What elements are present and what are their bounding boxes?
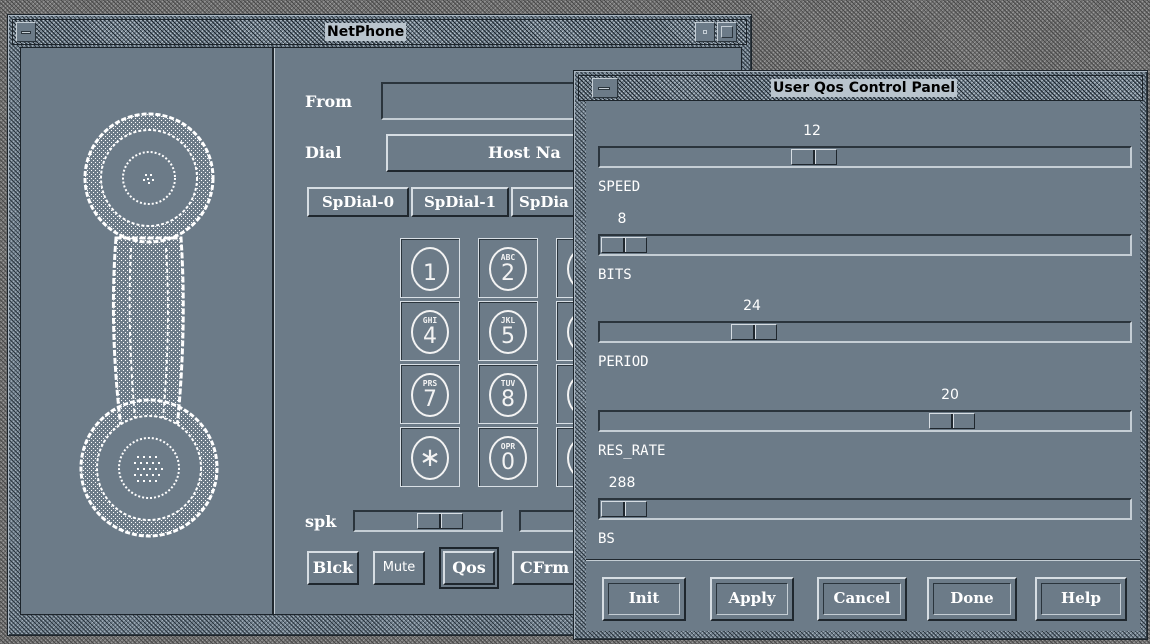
spk-volume-slider[interactable] bbox=[353, 510, 503, 532]
keypad-key-star-digit: ∗ bbox=[419, 443, 441, 473]
period-value: 24 bbox=[743, 298, 761, 314]
res-rate-slider-thumb[interactable] bbox=[929, 413, 975, 429]
qos-button[interactable]: Qos bbox=[443, 551, 495, 585]
block-button[interactable]: Blck bbox=[307, 551, 359, 585]
keypad-key-2-digit: 2 bbox=[501, 261, 515, 286]
mute-button[interactable]: Mute bbox=[373, 551, 425, 585]
keypad-key-star-ring: ∗ bbox=[411, 436, 449, 480]
qos-button-frame: Qos bbox=[439, 547, 499, 589]
bs-label: BS bbox=[598, 531, 615, 547]
cancel-button-inner: Cancel bbox=[823, 583, 901, 615]
period-slider[interactable] bbox=[598, 321, 1132, 343]
keypad-key-2-ring: ABC 2 bbox=[489, 247, 527, 291]
keypad-key-4[interactable]: GHI 4 bbox=[400, 301, 460, 361]
apply-button-inner: Apply bbox=[716, 583, 788, 615]
handset-icon bbox=[79, 112, 219, 538]
dial-label: Dial bbox=[305, 143, 342, 162]
qos-panel-title: User Qos Control Panel bbox=[771, 79, 958, 97]
speed-value: 12 bbox=[803, 123, 821, 139]
bits-slider[interactable] bbox=[598, 234, 1132, 256]
apply-button[interactable]: Apply bbox=[710, 577, 794, 621]
keypad-key-0-digit: 0 bbox=[501, 450, 515, 475]
qos-separator bbox=[586, 559, 1140, 561]
bits-label: BITS bbox=[598, 267, 632, 283]
keypad-key-8-ring: TUV 8 bbox=[489, 373, 527, 417]
speed-dial-0-button[interactable]: SpDial-0 bbox=[307, 187, 409, 217]
done-button-inner: Done bbox=[933, 583, 1011, 615]
keypad-key-7-digit: 7 bbox=[423, 387, 437, 412]
bs-slider[interactable] bbox=[598, 498, 1132, 520]
minimize-button[interactable] bbox=[695, 22, 715, 42]
cancel-button[interactable]: Cancel bbox=[817, 577, 907, 621]
speed-dial-1-button[interactable]: SpDial-1 bbox=[411, 187, 509, 217]
dial-host-value: Host Na bbox=[488, 143, 561, 162]
keypad-key-2[interactable]: ABC 2 bbox=[478, 238, 538, 298]
help-button[interactable]: Help bbox=[1035, 577, 1127, 621]
speed-slider-thumb[interactable] bbox=[791, 149, 837, 165]
bs-slider-thumb[interactable] bbox=[601, 501, 647, 517]
keypad-key-4-ring: GHI 4 bbox=[411, 310, 449, 354]
qos-panel-titlebar[interactable]: User Qos Control Panel bbox=[578, 75, 1143, 101]
keypad-key-4-digit: 4 bbox=[423, 324, 437, 349]
speed-slider[interactable] bbox=[598, 146, 1132, 168]
init-button[interactable]: Init bbox=[602, 577, 686, 621]
help-button-inner: Help bbox=[1041, 583, 1121, 615]
from-label: From bbox=[305, 92, 353, 111]
speed-label: SPEED bbox=[598, 179, 641, 195]
qos-client-area: 12 SPEED 8 BITS 24 PERIOD 20 RES_RATE 28… bbox=[586, 101, 1140, 631]
bs-value: 288 bbox=[608, 475, 636, 491]
keypad-key-0-ring: OPR 0 bbox=[489, 436, 527, 480]
init-button-inner: Init bbox=[608, 583, 680, 615]
handset-panel bbox=[21, 48, 274, 614]
done-button[interactable]: Done bbox=[927, 577, 1017, 621]
spk-label: spk bbox=[305, 512, 337, 531]
maximize-button[interactable] bbox=[717, 22, 737, 42]
keypad-key-5-digit: 5 bbox=[501, 324, 515, 349]
res-rate-slider[interactable] bbox=[598, 410, 1132, 432]
keypad-key-7[interactable]: PRS 7 bbox=[400, 364, 460, 424]
period-slider-thumb[interactable] bbox=[731, 324, 777, 340]
qos-panel-window: User Qos Control Panel 12 SPEED 8 BITS 2… bbox=[573, 70, 1148, 640]
window-menu-button[interactable] bbox=[16, 22, 36, 42]
keypad-key-5[interactable]: JKL 5 bbox=[478, 301, 538, 361]
keypad-key-0[interactable]: OPR 0 bbox=[478, 427, 538, 487]
keypad-key-star[interactable]: ∗ bbox=[400, 427, 460, 487]
keypad-key-8[interactable]: TUV 8 bbox=[478, 364, 538, 424]
keypad-key-7-ring: PRS 7 bbox=[411, 373, 449, 417]
netphone-title: NetPhone bbox=[325, 23, 407, 41]
qos-window-menu-button[interactable] bbox=[592, 78, 618, 98]
res-rate-value: 20 bbox=[941, 387, 959, 403]
bits-value: 8 bbox=[617, 211, 627, 227]
keypad-key-1-digit: 1 bbox=[423, 261, 437, 286]
res-rate-label: RES_RATE bbox=[598, 443, 666, 459]
netphone-titlebar[interactable]: NetPhone bbox=[12, 19, 747, 45]
keypad-key-8-digit: 8 bbox=[501, 387, 515, 412]
keypad-key-1-ring: 1 bbox=[411, 247, 449, 291]
spk-volume-thumb[interactable] bbox=[417, 513, 463, 529]
period-label: PERIOD bbox=[598, 354, 649, 370]
keypad-key-5-ring: JKL 5 bbox=[489, 310, 527, 354]
bits-slider-thumb[interactable] bbox=[601, 237, 647, 253]
keypad-key-1[interactable]: 1 bbox=[400, 238, 460, 298]
